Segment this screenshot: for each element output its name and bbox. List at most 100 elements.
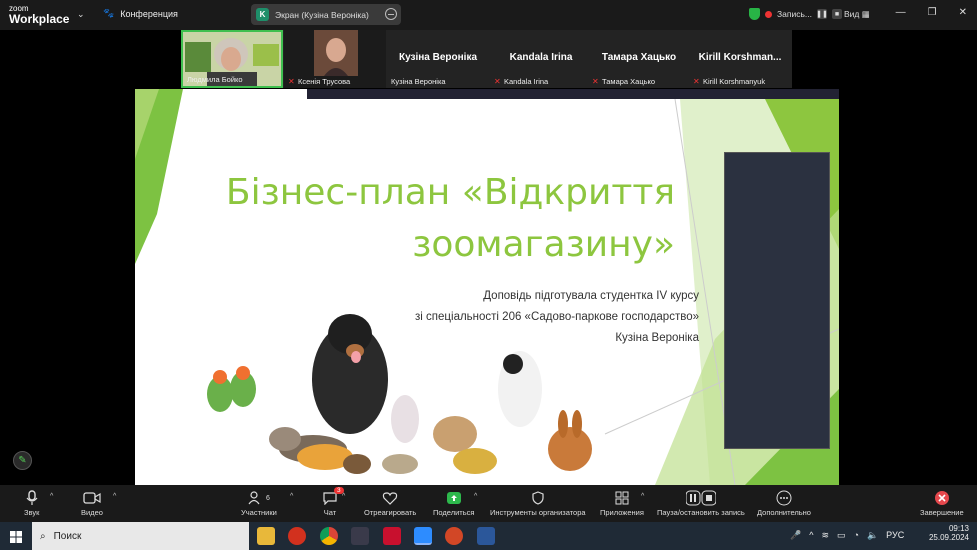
sharer-initial-icon: K	[256, 8, 269, 21]
share-button[interactable]: Поделиться	[433, 488, 474, 517]
slide-top-line	[307, 89, 839, 99]
participant-big-name: Kirill Korshman...	[698, 52, 782, 63]
clock[interactable]: 09:13 25.09.2024	[929, 524, 969, 542]
apps-caret-icon[interactable]: ^	[641, 493, 644, 500]
windows-taskbar: ⌕ Поиск 🎤 ^ ≋ ▭ ◔ 🔈 РУС 09:13 25.09.2024	[0, 522, 977, 550]
language-indicator[interactable]: РУС	[886, 530, 904, 541]
chat-caret-icon[interactable]: ^	[342, 493, 345, 500]
participants-icon: 6	[248, 488, 270, 508]
record-dot-icon	[765, 10, 772, 18]
wifi-icon[interactable]: ◔	[854, 530, 859, 541]
top-bar: zoom Workplace ⌄ 🐾 Конференция K Экран (…	[0, 0, 977, 30]
participant-name: ✕ Kandala Irina	[494, 76, 549, 86]
pause-record-icon[interactable]: ❚❚	[816, 9, 828, 19]
slide-line-1: Доповідь підготувала студентка IV курсу	[483, 290, 699, 302]
participant-strip: Людмила Бойко ✕ Ксенія Трусова Кузіна Вер…	[181, 30, 792, 88]
participants-caret-icon[interactable]: ^	[290, 493, 293, 500]
logo-bottom: Workplace	[9, 12, 70, 26]
mic-muted-icon: ✕	[494, 76, 501, 86]
apps-grid-icon	[615, 488, 629, 508]
share-pill-label: Экран (Кузіна Вероніка)	[275, 9, 369, 20]
participant-name: ✕ Kirill Korshmanyuk	[693, 76, 766, 86]
taskbar-search[interactable]: ⌕ Поиск	[32, 522, 249, 550]
participants-button[interactable]: 6 Участники	[241, 488, 277, 517]
audio-options-caret-icon[interactable]: ^	[50, 493, 53, 500]
paw-icon: 🐾	[103, 8, 115, 18]
security-shield-icon[interactable]	[749, 8, 760, 20]
host-tools-button[interactable]: Инструменты организатора	[490, 488, 586, 517]
close-icon[interactable]: ✕	[959, 7, 967, 18]
chat-icon: 3	[322, 487, 344, 508]
mic-muted-icon: ✕	[288, 76, 295, 86]
participant-name: Кузіна Вероніка	[391, 77, 446, 86]
end-meeting-button[interactable]: Завершение	[920, 488, 964, 517]
system-tray: 🎤 ^ ≋ ▭ ◔ 🔈 РУС	[790, 530, 904, 541]
search-icon: ⌕	[40, 530, 46, 542]
audio-button[interactable]: Звук	[24, 488, 39, 517]
microphone-icon	[25, 488, 39, 508]
chat-button[interactable]: 3 Чат	[322, 487, 344, 517]
word-icon[interactable]	[477, 527, 495, 545]
participant-tile[interactable]: ✕ Ксенія Трусова	[284, 30, 386, 88]
participant-big-name: Кузіна Вероніка	[398, 52, 478, 63]
acrobat-icon[interactable]	[383, 527, 401, 545]
slide-title: Бізнес-план «Відкриття зоомагазину»	[225, 172, 675, 265]
stop-record-icon[interactable]: ■	[831, 9, 842, 19]
opera-icon[interactable]	[288, 527, 306, 545]
mic-tray-icon[interactable]: 🎤	[790, 530, 801, 541]
apps-button[interactable]: Приложения	[600, 488, 644, 517]
clock-time: 09:13	[948, 524, 969, 533]
window-controls: — ❐ ✕	[896, 7, 967, 18]
volume-icon[interactable]: 🔈	[867, 530, 878, 541]
participant-tile[interactable]: Kandala Irina ✕ Kandala Irina	[490, 30, 592, 88]
battery-icon[interactable]: ▭	[837, 530, 846, 541]
file-explorer-icon[interactable]	[257, 527, 275, 545]
conference-label: Конференция	[120, 8, 178, 19]
windows-start-icon[interactable]	[10, 530, 22, 548]
share-caret-icon[interactable]: ^	[474, 493, 477, 500]
participant-tile[interactable]: Kirill Korshman... ✕ Kirill Korshmanyuk	[689, 30, 791, 88]
meeting-toolbar: Звук ^ Видео ^ 6 Участники ^ 3 Чат ^ Отр…	[0, 485, 977, 522]
heart-icon	[382, 488, 398, 508]
video-button[interactable]: Видео	[81, 488, 103, 517]
minimize-icon[interactable]: —	[896, 7, 906, 18]
participant-name: ✕ Тамара Хацько	[592, 76, 656, 86]
minimize-share-icon[interactable]	[385, 8, 397, 20]
more-button[interactable]: Дополнительно	[757, 488, 811, 517]
participant-tile[interactable]: Людмила Бойко	[181, 30, 283, 88]
powerpoint-icon[interactable]	[445, 527, 463, 545]
video-options-caret-icon[interactable]: ^	[113, 493, 116, 500]
zoom-taskbar-icon[interactable]	[414, 527, 432, 545]
participant-tile[interactable]: Кузіна Вероніка Кузіна Вероніка	[387, 30, 489, 88]
chevron-down-icon[interactable]: ⌄	[77, 9, 85, 20]
mic-muted-icon: ✕	[592, 76, 599, 86]
more-dots-icon	[776, 488, 792, 508]
annotate-pen-icon[interactable]: ✎	[13, 451, 32, 470]
chrome-icon[interactable]	[320, 527, 338, 545]
chevron-up-icon[interactable]: ^	[809, 530, 813, 541]
camera-icon	[83, 488, 101, 508]
network-icon[interactable]: ≋	[821, 530, 829, 541]
conference-menu[interactable]: 🐾 Конференция	[103, 8, 178, 19]
recording-label: Запись...	[777, 9, 812, 19]
view-label: Вид	[844, 9, 860, 19]
recording-indicator: Запись... ❚❚ ■	[749, 8, 842, 20]
react-button[interactable]: Отреагировать	[364, 488, 416, 517]
pause-stop-recording-button[interactable]: Пауза/остановить запись	[657, 488, 745, 517]
participant-name: ✕ Ксенія Трусова	[288, 76, 351, 86]
participant-big-name: Тамара Хацько	[601, 52, 677, 63]
slide-line-3: Кузіна Вероніка	[615, 332, 699, 344]
end-x-icon	[934, 488, 950, 508]
share-screen-pill[interactable]: K Экран (Кузіна Вероніка)	[251, 4, 401, 25]
view-menu[interactable]: Вид ▦	[844, 9, 870, 20]
slide-subtitle: Доповідь підготувала студентка IV курсу …	[335, 286, 699, 349]
participant-big-name: Kandala Irina	[509, 52, 573, 63]
participant-name: Людмила Бойко	[187, 75, 243, 84]
zoom-logo: zoom Workplace	[9, 4, 70, 26]
store-icon[interactable]	[351, 527, 369, 545]
restore-icon[interactable]: ❐	[928, 7, 937, 18]
share-arrow-icon	[446, 488, 462, 508]
zoom-window: zoom Workplace ⌄ 🐾 Конференция K Экран (…	[0, 0, 977, 550]
participants-count: 6	[265, 494, 270, 502]
participant-tile[interactable]: Тамара Хацько ✕ Тамара Хацько	[588, 30, 690, 88]
